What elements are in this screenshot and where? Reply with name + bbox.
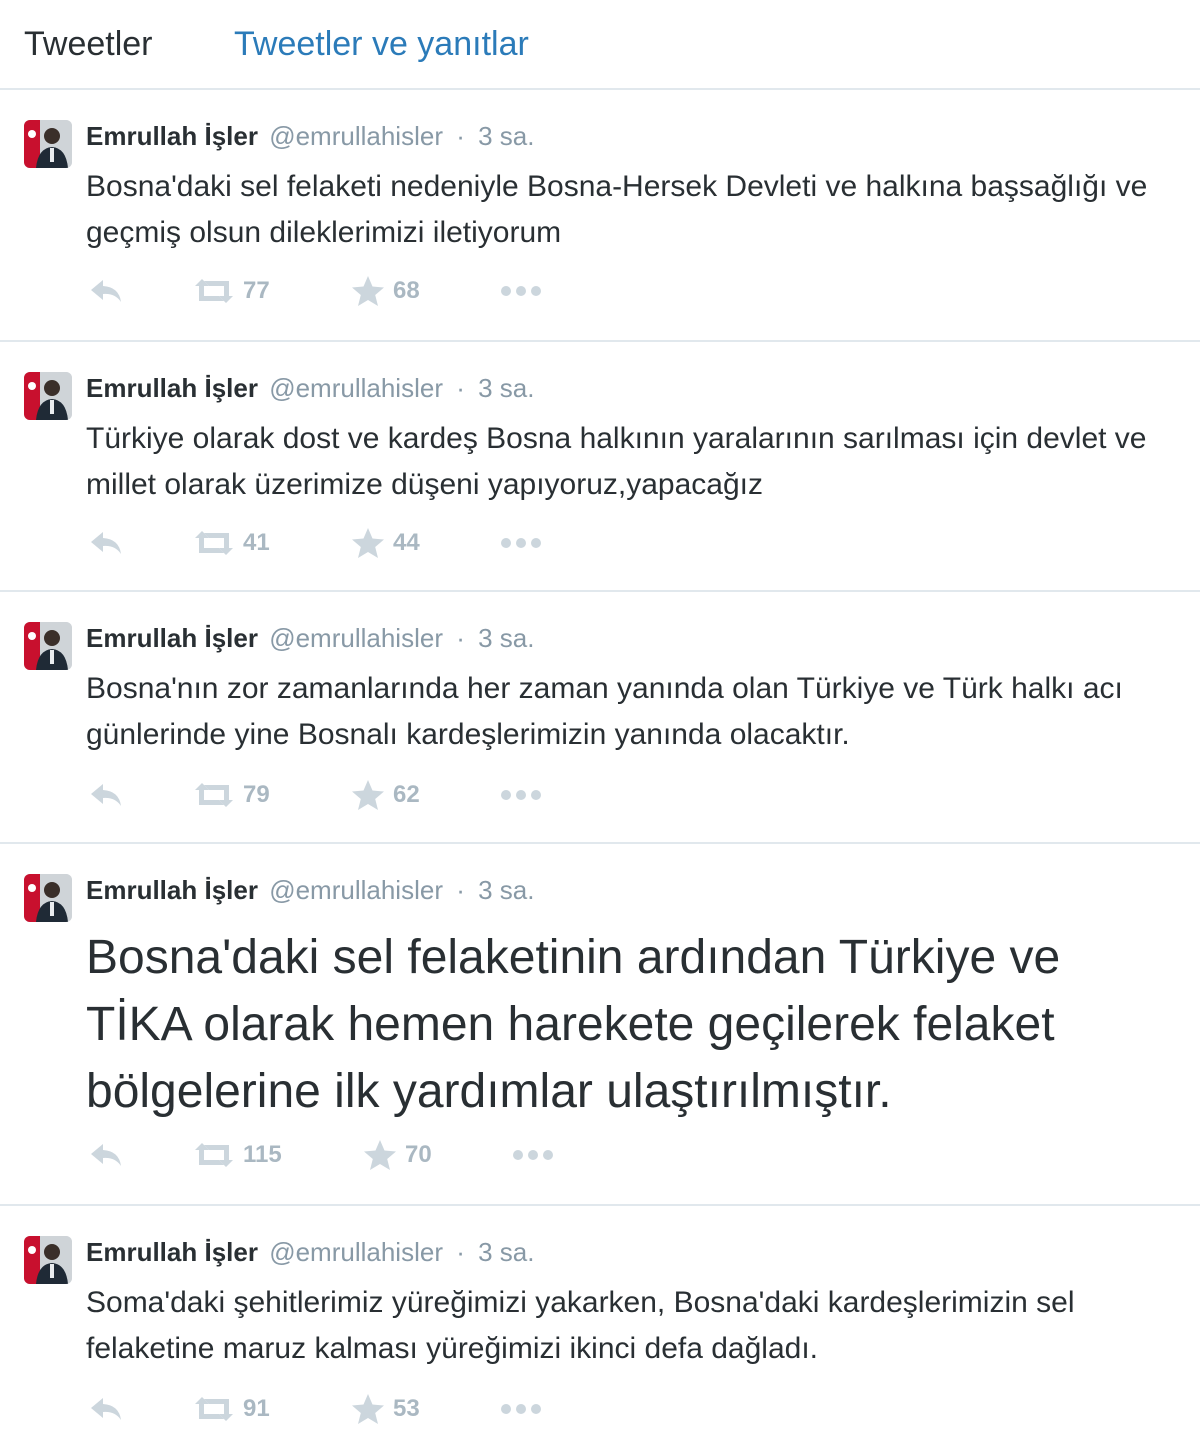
star-icon (352, 276, 384, 306)
favorite-button[interactable]: 53 (351, 1392, 420, 1426)
author-username[interactable]: @emrullahisler (269, 121, 443, 151)
tweet-text: Bosna'daki sel felaketinin ardından Türk… (86, 931, 1061, 1118)
more-button[interactable] (500, 526, 542, 560)
more-button[interactable] (500, 1392, 542, 1426)
author-username[interactable]: @emrullahisler (269, 373, 443, 403)
retweet-count: 79 (243, 781, 270, 808)
favorite-count: 68 (393, 277, 420, 304)
reply-icon (91, 532, 121, 554)
retweet-button[interactable]: 115 (193, 1138, 282, 1172)
author-username[interactable]: @emrullahisler (269, 623, 443, 653)
more-button[interactable] (500, 274, 542, 308)
tweet-header: Emrullah İşler @emrullahisler · 3 sa. (86, 874, 535, 906)
tweet-item[interactable]: Emrullah İşler @emrullahisler · 3 sa. Bo… (0, 844, 1200, 1206)
tweet-text: Bosna'nın zor zamanlarında her zaman yan… (86, 672, 1123, 751)
separator: · (456, 875, 465, 905)
avatar[interactable] (24, 372, 72, 420)
favorite-count: 44 (393, 529, 420, 556)
favorite-button[interactable]: 68 (351, 274, 420, 308)
tweet-text: Türkiye olarak dost ve kardeş Bosna halk… (86, 422, 1147, 501)
star-icon (352, 528, 384, 558)
timestamp[interactable]: 3 sa. (478, 1237, 534, 1267)
retweet-button[interactable]: 91 (193, 1392, 270, 1426)
favorite-count: 62 (393, 781, 420, 808)
reply-icon (91, 1398, 121, 1420)
retweet-icon (195, 1143, 233, 1167)
tweet-header: Emrullah İşler @emrullahisler · 3 sa. (86, 1236, 535, 1268)
star-icon (364, 1140, 396, 1170)
author-name[interactable]: Emrullah İşler (86, 373, 258, 403)
retweet-icon (195, 1397, 233, 1421)
author-username[interactable]: @emrullahisler (269, 875, 443, 905)
retweet-icon (195, 531, 233, 555)
retweet-count: 77 (243, 277, 270, 304)
separator: · (456, 1237, 465, 1267)
author-name[interactable]: Emrullah İşler (86, 121, 258, 151)
author-name[interactable]: Emrullah İşler (86, 623, 258, 653)
separator: · (456, 121, 465, 151)
reply-icon (91, 1144, 121, 1166)
favorite-button[interactable]: 62 (351, 778, 420, 812)
timestamp[interactable]: 3 sa. (478, 623, 534, 653)
avatar[interactable] (24, 874, 72, 922)
favorite-count: 53 (393, 1395, 420, 1422)
timestamp[interactable]: 3 sa. (478, 373, 534, 403)
tweet-item[interactable]: Emrullah İşler @emrullahisler · 3 sa. Tü… (0, 342, 1200, 592)
retweet-count: 115 (243, 1141, 282, 1168)
reply-button[interactable] (88, 526, 124, 560)
avatar[interactable] (24, 120, 72, 168)
reply-button[interactable] (88, 778, 124, 812)
retweet-count: 41 (243, 529, 270, 556)
reply-button[interactable] (88, 1138, 124, 1172)
favorite-button[interactable]: 44 (351, 526, 420, 560)
tweet-item[interactable]: Emrullah İşler @emrullahisler · 3 sa. Bo… (0, 90, 1200, 342)
more-dots-icon (501, 538, 541, 548)
retweet-button[interactable]: 41 (193, 526, 270, 560)
tweet-text: Bosna'daki sel felaketi nedeniyle Bosna-… (86, 170, 1148, 249)
reply-icon (91, 280, 121, 302)
reply-button[interactable] (88, 1392, 124, 1426)
author-username[interactable]: @emrullahisler (269, 1237, 443, 1267)
more-dots-icon (501, 1404, 541, 1414)
avatar[interactable] (24, 1236, 72, 1284)
retweet-button[interactable]: 77 (193, 274, 270, 308)
tweet-header: Emrullah İşler @emrullahisler · 3 sa. (86, 120, 535, 152)
avatar[interactable] (24, 622, 72, 670)
tab-tweets[interactable]: Tweetler (24, 24, 153, 64)
timestamp[interactable]: 3 sa. (478, 875, 534, 905)
tweet-header: Emrullah İşler @emrullahisler · 3 sa. (86, 372, 535, 404)
tweet-item[interactable]: Emrullah İşler @emrullahisler · 3 sa. Bo… (0, 592, 1200, 844)
more-dots-icon (513, 1150, 553, 1160)
retweet-count: 91 (243, 1395, 270, 1422)
star-icon (352, 780, 384, 810)
timestamp[interactable]: 3 sa. (478, 121, 534, 151)
separator: · (456, 623, 465, 653)
author-name[interactable]: Emrullah İşler (86, 875, 258, 905)
more-dots-icon (501, 286, 541, 296)
tweet-header: Emrullah İşler @emrullahisler · 3 sa. (86, 622, 535, 654)
reply-icon (91, 784, 121, 806)
favorite-button[interactable]: 70 (363, 1138, 432, 1172)
retweet-icon (195, 279, 233, 303)
reply-button[interactable] (88, 274, 124, 308)
tweet-text: Soma'daki şehitlerimiz yüreğimizi yakark… (86, 1286, 1075, 1365)
more-dots-icon (501, 790, 541, 800)
separator: · (456, 373, 465, 403)
retweet-icon (195, 783, 233, 807)
star-icon (352, 1394, 384, 1424)
favorite-count: 70 (405, 1141, 432, 1168)
profile-tabs: Tweetler Tweetler ve yanıtlar (0, 0, 1200, 90)
tab-tweets-and-replies[interactable]: Tweetler ve yanıtlar (234, 24, 529, 64)
author-name[interactable]: Emrullah İşler (86, 1237, 258, 1267)
more-button[interactable] (500, 778, 542, 812)
retweet-button[interactable]: 79 (193, 778, 270, 812)
more-button[interactable] (512, 1138, 554, 1172)
tweet-item[interactable]: Emrullah İşler @emrullahisler · 3 sa. So… (0, 1206, 1200, 1445)
